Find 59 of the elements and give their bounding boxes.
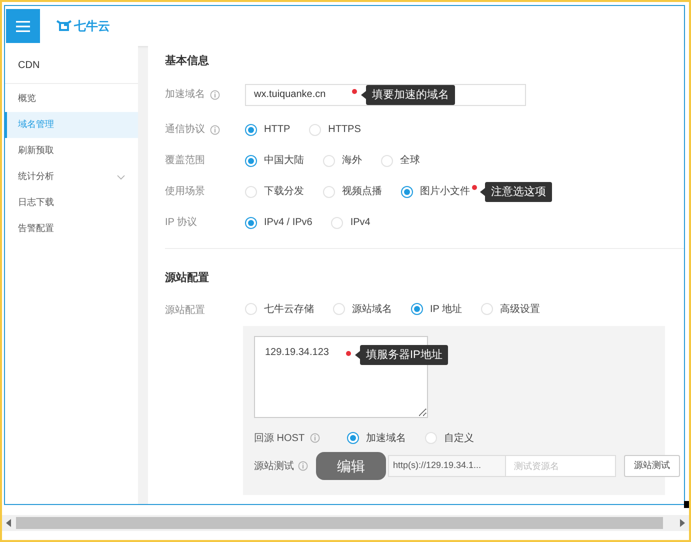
sidebar-title: CDN [5, 46, 138, 84]
sidebar-item[interactable]: 刷新预取 [5, 138, 138, 164]
sidebar-item[interactable]: 日志下载 [5, 190, 138, 216]
radio-button[interactable] [401, 186, 413, 198]
corner-marker [684, 501, 689, 508]
radio-label: IPv4 [350, 216, 370, 230]
radio-label: 视频点播 [342, 184, 382, 199]
radio-button[interactable] [245, 124, 257, 136]
radio-label: IP 地址 [430, 302, 462, 316]
tooltip: 填服务器IP地址 [355, 345, 448, 365]
field-label: 加速域名 [165, 88, 205, 102]
logo-text: 七牛云 [74, 18, 110, 35]
tooltip: 填要加速的域名 [361, 84, 455, 104]
sidebar-item[interactable]: 概览 [5, 86, 138, 112]
sidebar-item[interactable]: 告警配置 [5, 216, 138, 242]
radio-label: 自定义 [444, 432, 474, 446]
radio-button[interactable] [245, 216, 257, 228]
radio-button[interactable] [411, 303, 423, 315]
test-button[interactable]: 源站测试 [624, 455, 680, 477]
chevron-down-icon [117, 174, 125, 180]
radio-button[interactable] [245, 154, 257, 166]
radio-label: 七牛云存储 [264, 302, 314, 316]
field-label: 源站配置 [165, 305, 205, 316]
scroll-left-icon[interactable] [6, 519, 12, 527]
field-label: IP 协议 [165, 216, 198, 230]
scroll-right-icon[interactable] [679, 519, 685, 527]
radio-label: 图片小文件 [420, 184, 470, 199]
info-icon [210, 90, 220, 100]
radio-label: 加速域名 [366, 432, 406, 446]
field-label: 通信协议 [165, 122, 205, 137]
field-label: 覆盖范围 [165, 154, 205, 168]
scrollbar[interactable] [2, 515, 689, 531]
resource-name-field[interactable]: 测试资源名 [506, 455, 616, 477]
radio-label: 高级设置 [500, 302, 540, 316]
menu-icon [16, 20, 30, 32]
radio-label: HTTPS [328, 123, 361, 137]
section-title: 源站配置 [165, 270, 210, 286]
radio-label: HTTP [264, 123, 290, 137]
info-icon [298, 461, 308, 471]
logo-icon [56, 20, 72, 32]
menu-button[interactable] [6, 9, 40, 43]
section-title: 基本信息 [165, 54, 210, 69]
field-label: 源站测试 [254, 460, 294, 474]
domain-field[interactable]: wx.tuiquanke.cn 填要加速的域名 [245, 84, 526, 106]
url-prefix-field: http(s)://129.19.34.1... [388, 455, 506, 477]
scrollbar-thumb[interactable] [16, 517, 663, 529]
radio-label: 下载分发 [264, 184, 304, 199]
info-icon [310, 433, 320, 443]
sidebar-item[interactable]: 统计分析 [5, 164, 138, 190]
field-label: 回源 HOST [254, 432, 305, 446]
radio-label: 中国大陆 [264, 154, 304, 168]
radio-button[interactable] [347, 432, 359, 444]
tooltip: 注意选这项 [480, 182, 552, 202]
radio-label: 全球 [400, 154, 420, 168]
radio-label: 源站域名 [352, 302, 392, 316]
radio-label: 海外 [342, 154, 362, 168]
edit-button[interactable]: 编辑 [316, 452, 386, 480]
field-label: 使用场景 [165, 184, 205, 199]
radio-label: IPv4 / IPv6 [264, 216, 312, 230]
